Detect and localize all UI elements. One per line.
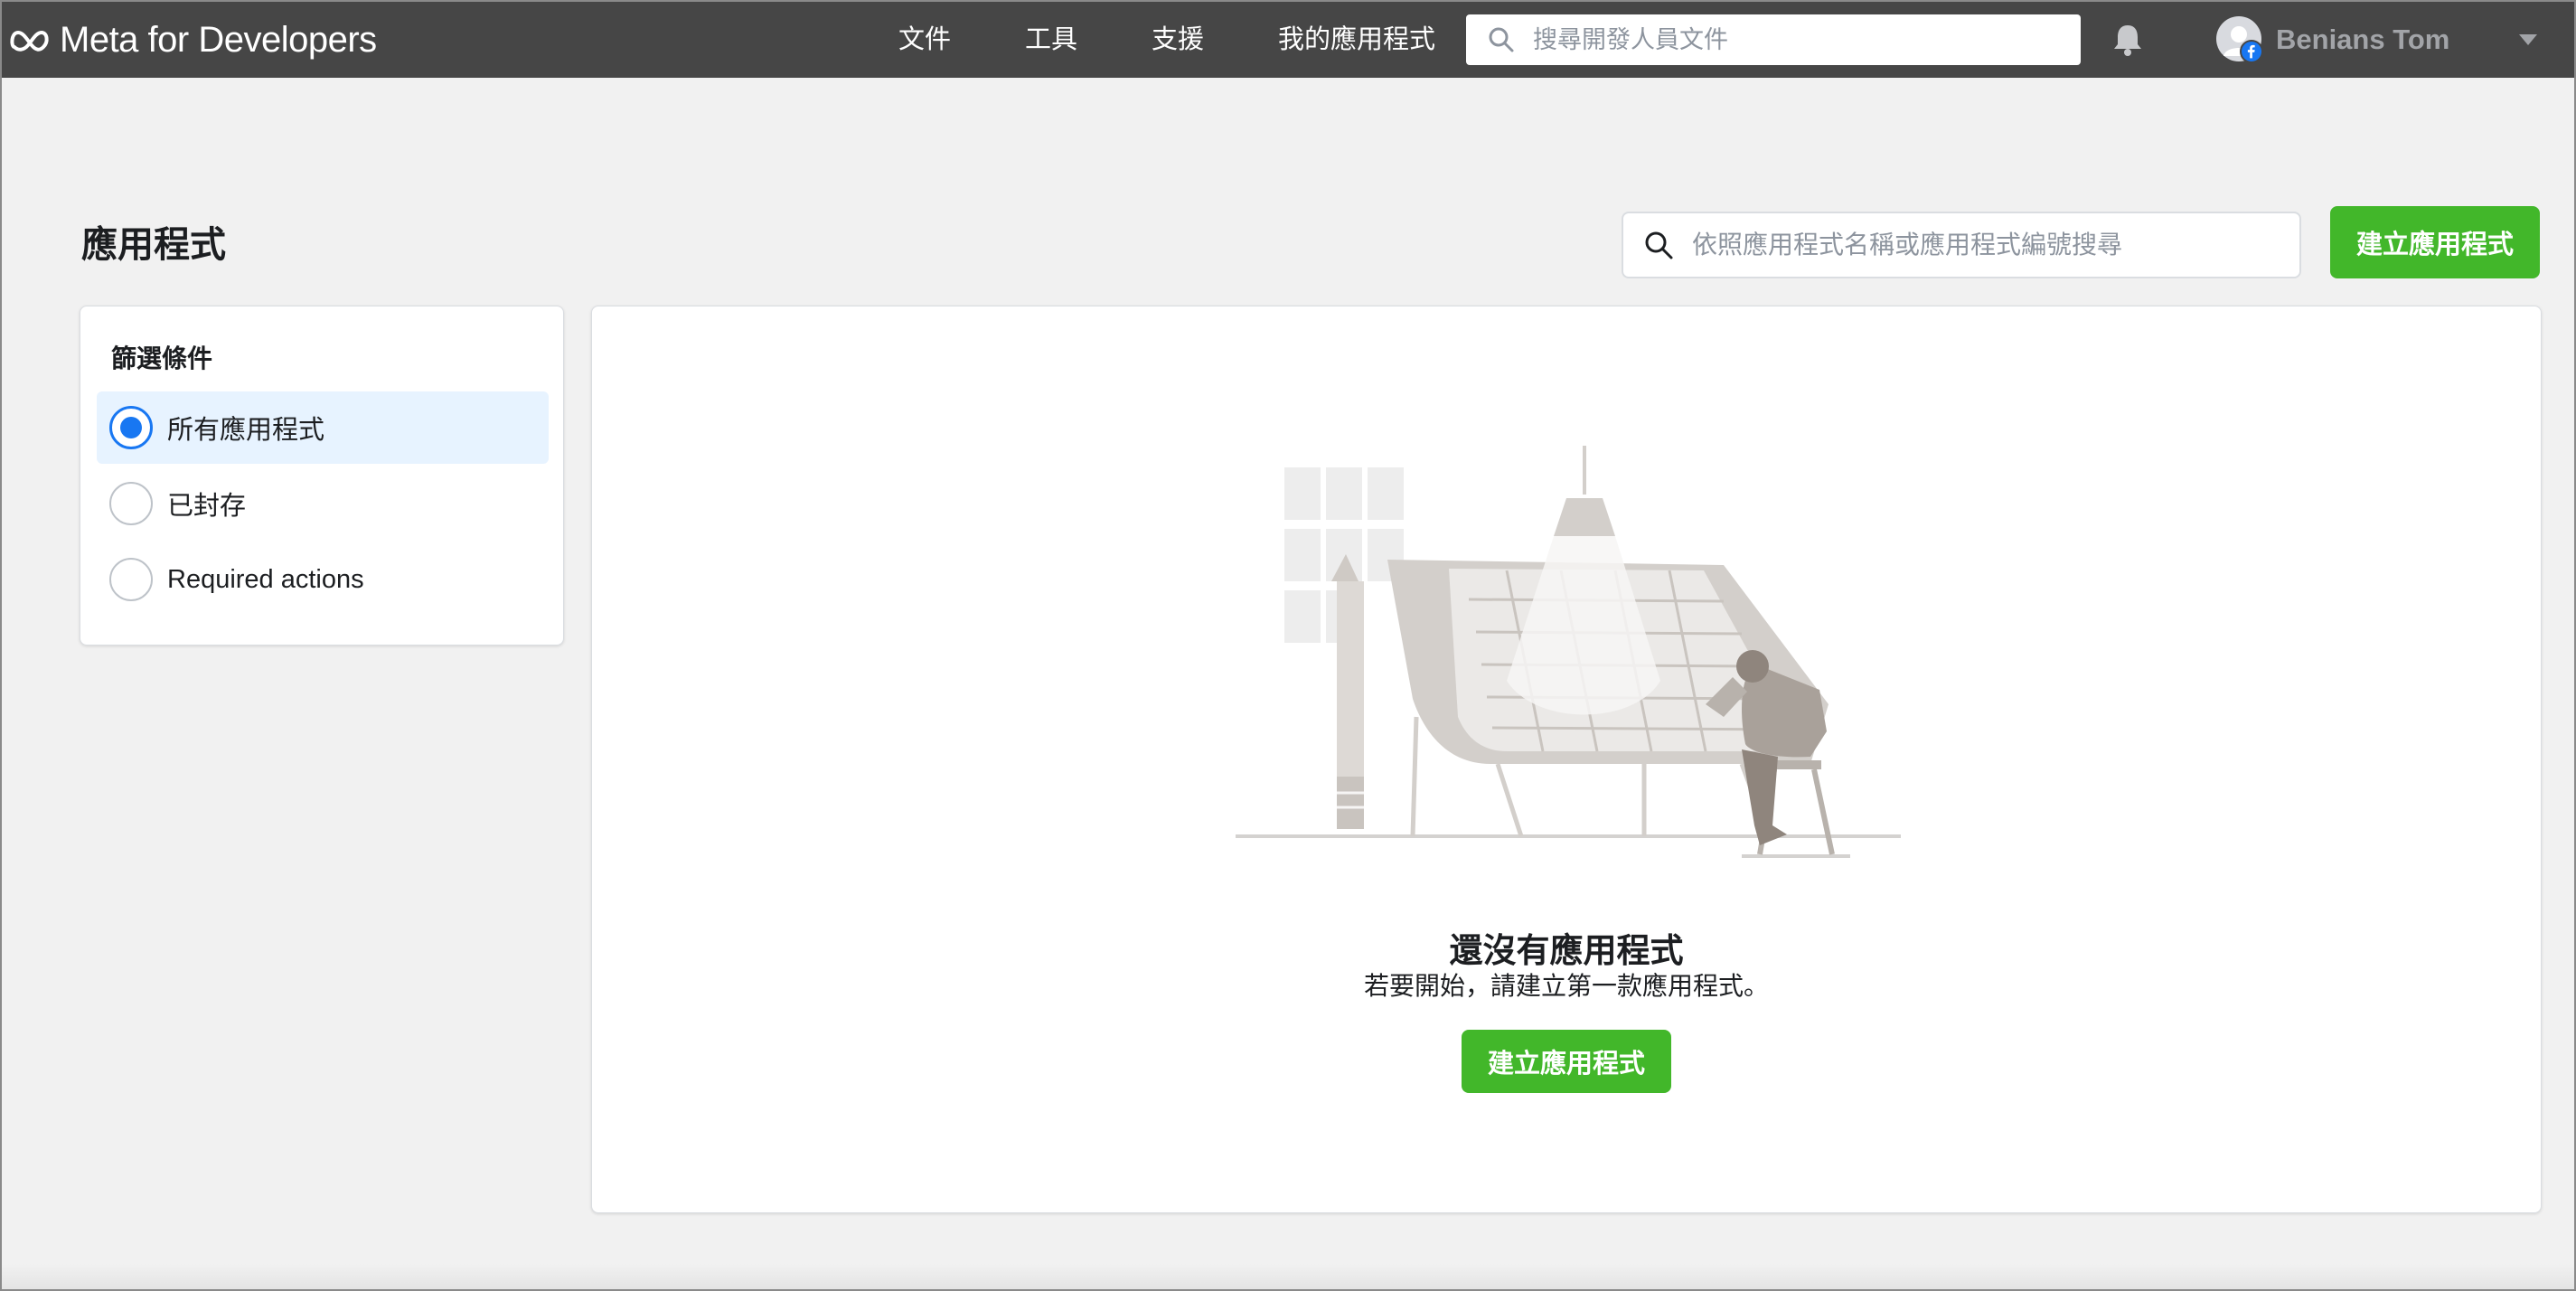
page: Meta for Developers 文件 工具 支援 我的應用程式 搜尋開發… xyxy=(0,0,2576,1291)
search-icon xyxy=(1489,27,1514,52)
empty-state-title: 還沒有應用程式 xyxy=(1449,932,1684,969)
radio-button[interactable] xyxy=(109,558,153,601)
facebook-badge-icon xyxy=(2240,40,2263,63)
empty-state-subtitle: 若要開始，請建立第一款應用程式。 xyxy=(1363,972,1769,1000)
nav-my-apps[interactable]: 我的應用程式 xyxy=(1278,22,1435,58)
nav-docs[interactable]: 文件 xyxy=(898,22,951,58)
nav-support[interactable]: 支援 xyxy=(1152,22,1204,58)
app-search-box[interactable] xyxy=(1622,212,2301,278)
create-app-button[interactable]: 建立應用程式 xyxy=(2330,206,2540,278)
radio-button[interactable] xyxy=(109,482,153,525)
create-first-app-button[interactable]: 建立應用程式 xyxy=(1462,1030,1671,1093)
notifications-bell-icon[interactable] xyxy=(2110,22,2146,58)
filter-option-label: 所有應用程式 xyxy=(167,416,325,445)
docs-search-box[interactable] xyxy=(1466,14,2081,65)
page-title: 應用程式 xyxy=(81,225,226,265)
user-avatar[interactable] xyxy=(2216,16,2263,63)
filter-panel: 篩選條件 所有應用程式 已封存 Required actions xyxy=(80,306,564,646)
filter-title: 篩選條件 xyxy=(111,344,213,372)
filter-option-label: 已封存 xyxy=(167,492,247,521)
radio-button[interactable] xyxy=(109,406,153,449)
user-name[interactable]: Benians Tom xyxy=(2276,22,2449,58)
nav-tools[interactable]: 工具 xyxy=(1025,22,1077,58)
filter-option-required-actions[interactable]: Required actions xyxy=(97,543,549,616)
app-search-input[interactable] xyxy=(1692,231,2289,259)
brand-logo[interactable]: Meta for Developers xyxy=(9,18,377,61)
chevron-down-icon[interactable] xyxy=(2518,33,2538,47)
top-nav-bar: Meta for Developers 文件 工具 支援 我的應用程式 搜尋開發… xyxy=(2,2,2574,78)
filter-option-label: Required actions xyxy=(167,564,364,594)
apps-list-card: 還沒有應用程式 若要開始，請建立第一款應用程式。 建立應用程式 xyxy=(591,306,2542,1213)
filter-option-all-apps[interactable]: 所有應用程式 xyxy=(97,391,549,464)
filter-option-archived[interactable]: 已封存 xyxy=(97,467,549,540)
docs-search-input[interactable] xyxy=(1533,25,2057,54)
meta-logo-icon xyxy=(10,31,49,52)
page-bottom-edge xyxy=(2,1264,2574,1289)
brand-name: Meta for Developers xyxy=(60,19,377,60)
search-icon xyxy=(1645,231,1673,259)
empty-state-illustration xyxy=(1236,446,1901,858)
